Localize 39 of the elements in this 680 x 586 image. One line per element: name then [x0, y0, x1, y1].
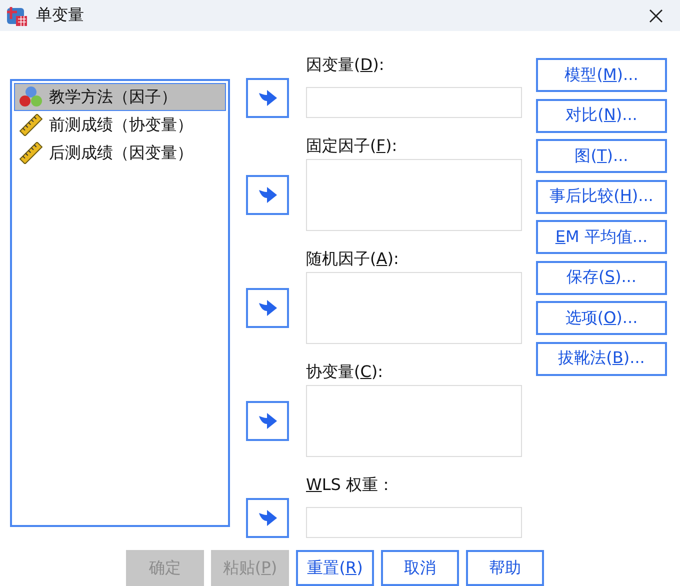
close-icon — [648, 8, 664, 24]
move-button[interactable] — [246, 288, 289, 328]
move-button[interactable] — [246, 401, 289, 441]
variable-item[interactable]: 前测成绩（协变量） — [14, 111, 226, 139]
option-button[interactable]: 选项(O)... — [536, 301, 667, 335]
variable-item[interactable]: 后测成绩（因变量） — [14, 139, 226, 167]
app-icon — [6, 4, 28, 26]
field-label: 因变量(D): — [306, 55, 386, 76]
window-title: 单变量 — [36, 5, 85, 26]
dialog-button[interactable]: 取消 — [381, 550, 459, 586]
option-button[interactable]: 拔靴法(B)... — [536, 342, 667, 376]
arrow-right-icon — [258, 412, 278, 430]
dialog-button[interactable]: 帮助 — [466, 550, 544, 586]
list-field[interactable] — [306, 272, 522, 344]
variable-list[interactable]: 教学方法（因子） 前测成绩（协变量） 后测成绩（因变量） — [10, 79, 230, 527]
dialog-button[interactable]: 重置(R) — [296, 550, 374, 586]
arrow-right-icon — [258, 299, 278, 317]
arrow-right-icon — [258, 186, 278, 204]
variable-item[interactable]: 教学方法（因子） — [14, 83, 226, 111]
input-field[interactable] — [306, 87, 522, 118]
option-button[interactable]: 图(T)... — [536, 139, 667, 173]
balls-icon — [19, 86, 43, 108]
move-button[interactable] — [246, 78, 289, 118]
arrow-right-icon — [258, 509, 278, 527]
arrow-right-icon — [258, 89, 278, 107]
field-label: 协变量(C): — [306, 362, 384, 383]
list-field[interactable] — [306, 159, 522, 231]
field-label: 随机因子(A): — [306, 249, 400, 270]
option-button[interactable]: 事后比较(H)... — [536, 180, 667, 214]
option-button[interactable]: 保存(S)... — [536, 260, 667, 294]
option-button[interactable]: 模型(M)... — [536, 58, 667, 92]
field-label: 固定因子(F): — [306, 136, 398, 157]
option-button[interactable]: EM 平均值... — [536, 220, 667, 254]
list-field[interactable] — [306, 385, 522, 457]
input-field[interactable] — [306, 507, 522, 538]
move-button[interactable] — [246, 175, 289, 215]
field-label: WLS 权重： — [306, 475, 395, 496]
move-button[interactable] — [246, 498, 289, 538]
option-button[interactable]: 对比(N)... — [536, 98, 667, 132]
